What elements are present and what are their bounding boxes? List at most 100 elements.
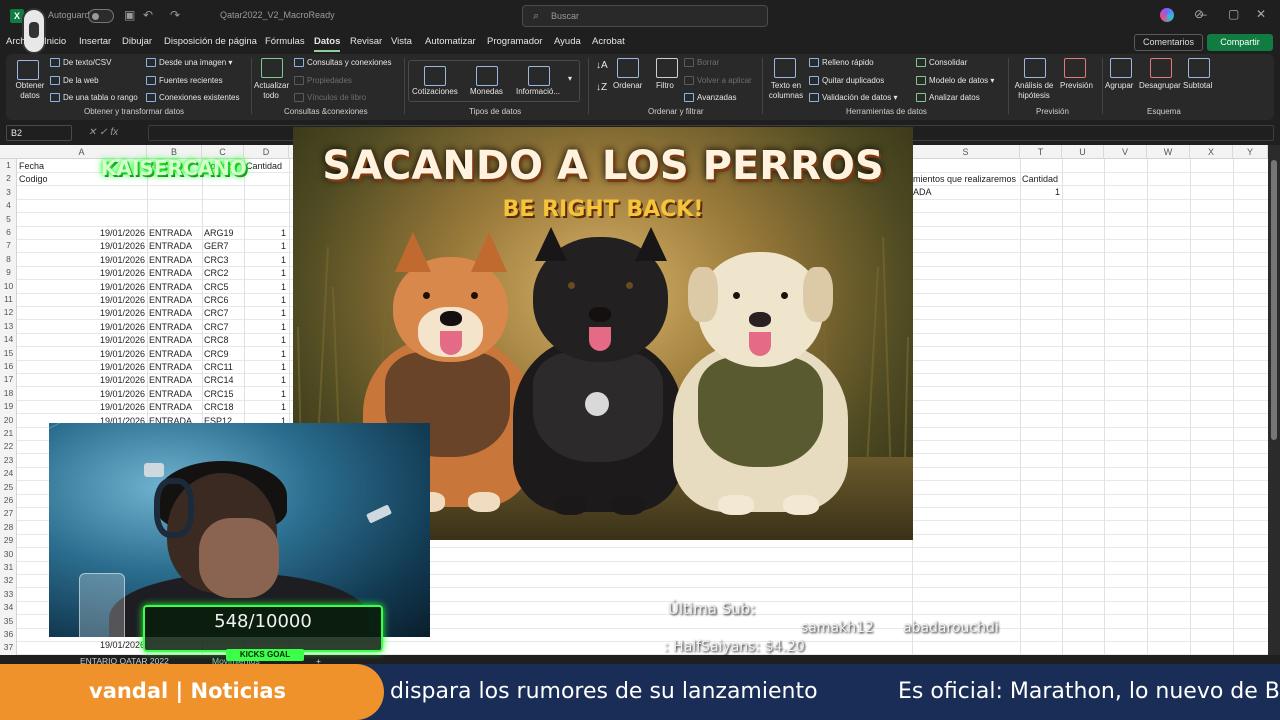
menu-ayuda[interactable]: Ayuda (554, 36, 581, 47)
sort-button[interactable]: Ordenar (613, 81, 642, 90)
cell-tipo[interactable]: ENTRADA (149, 295, 201, 305)
advanced-button[interactable]: Avanzadas (684, 93, 736, 103)
share-button[interactable]: Compartir (1207, 34, 1273, 51)
cell-a1[interactable]: Fecha (19, 161, 44, 171)
cell-t2[interactable]: Cantidad (1022, 174, 1058, 184)
cell-t3[interactable]: 1 (1022, 187, 1060, 197)
cell-fecha[interactable]: 19/01/2026 (17, 282, 145, 292)
cell-fecha[interactable]: 19/01/2026 (17, 375, 145, 385)
cell-cantidad[interactable]: 1 (244, 389, 286, 399)
cell-tipo[interactable]: ENTRADA (149, 362, 201, 372)
cell-tipo[interactable]: ENTRADA (149, 268, 201, 278)
menu-dibujar[interactable]: Dibujar (122, 36, 152, 47)
cell-codigo[interactable]: ARG19 (204, 228, 244, 238)
row-header[interactable]: 18 (0, 388, 17, 398)
save-icon[interactable]: ▣ (124, 8, 135, 22)
cell-a2[interactable]: Codigo (19, 174, 48, 184)
cell-codigo[interactable]: CRC7 (204, 322, 244, 332)
menu-insertar[interactable]: Insertar (79, 36, 111, 47)
close-icon[interactable]: ✕ (1256, 7, 1266, 21)
cell-cantidad[interactable]: 1 (244, 402, 286, 412)
menu-archivo[interactable]: Archivo (6, 36, 38, 47)
col-header-d[interactable]: D (244, 145, 289, 159)
existing-connections-button[interactable]: Conexiones existentes (146, 93, 240, 103)
cell-fecha[interactable]: 19/01/2026 (17, 402, 145, 412)
cell-tipo[interactable]: ENTRADA (149, 308, 201, 318)
cell-fecha[interactable]: 19/01/2026 (17, 349, 145, 359)
row-header[interactable]: 21 (0, 428, 17, 438)
consolidate-button[interactable]: Consolidar (916, 58, 967, 68)
cell-codigo[interactable]: CRC7 (204, 308, 244, 318)
cell-cantidad[interactable]: 1 (244, 255, 286, 265)
flash-fill-button[interactable]: Relleno rápido (809, 58, 874, 68)
filter-button[interactable]: Filtro (656, 81, 674, 90)
col-header-w[interactable]: W (1147, 145, 1190, 159)
row-header[interactable]: 31 (0, 562, 17, 572)
cell-cantidad[interactable]: 1 (244, 349, 286, 359)
cell-codigo[interactable]: CRC9 (204, 349, 244, 359)
cell-codigo[interactable]: CRC2 (204, 268, 244, 278)
redo-icon[interactable]: ↷ (170, 8, 180, 22)
text-to-columns-button[interactable]: Texto en columnas (766, 81, 806, 101)
properties-button[interactable]: Propiedades (294, 76, 352, 86)
cell-cantidad[interactable]: 1 (244, 335, 286, 345)
scrollbar-thumb[interactable] (1271, 160, 1277, 440)
search-input[interactable]: ⌕ Buscar (522, 5, 768, 27)
row-header[interactable]: 32 (0, 575, 17, 585)
row-header[interactable]: 1 (0, 160, 17, 170)
forecast-button[interactable]: Previsión (1060, 81, 1093, 90)
minimize-icon[interactable]: – (1200, 7, 1207, 21)
autosave-toggle[interactable] (88, 9, 114, 23)
cell-codigo[interactable]: CRC5 (204, 282, 244, 292)
cell-fecha[interactable]: 19/01/2026 (17, 228, 145, 238)
cell-cantidad[interactable]: 1 (244, 228, 286, 238)
menu-vista[interactable]: Vista (391, 36, 412, 47)
undo-icon[interactable]: ↶ (143, 8, 153, 22)
cell-d1[interactable]: Cantidad (246, 161, 282, 171)
cell-fecha[interactable]: 19/01/2026 (17, 295, 145, 305)
cell-tipo[interactable]: ENTRADA (149, 255, 201, 265)
cell-tipo[interactable]: ENTRADA (149, 228, 201, 238)
row-header[interactable]: 2 (0, 173, 17, 183)
reapply-button[interactable]: Volver a aplicar (684, 76, 752, 86)
row-header[interactable]: 20 (0, 415, 17, 425)
cell-cantidad[interactable]: 1 (244, 295, 286, 305)
cell-fecha[interactable]: 19/01/2026 (17, 268, 145, 278)
cell-s2[interactable]: mientos que realizaremos (913, 174, 1016, 184)
menu-automatizar[interactable]: Automatizar (425, 36, 476, 47)
gallery-more-icon[interactable]: ▾ (568, 74, 572, 83)
row-header[interactable]: 34 (0, 602, 17, 612)
row-header[interactable]: 12 (0, 307, 17, 317)
cell-fecha[interactable]: 19/01/2026 (17, 389, 145, 399)
information-button[interactable]: Informació... (516, 87, 560, 96)
cell-s3[interactable]: ADA (913, 187, 932, 197)
cell-fecha[interactable]: 19/01/2026 (17, 308, 145, 318)
recent-sources-button[interactable]: Fuentes recientes (146, 76, 223, 86)
row-header[interactable]: 15 (0, 348, 17, 358)
cell-a37[interactable]: 19/01/2026 (17, 640, 145, 650)
row-header[interactable]: 23 (0, 455, 17, 465)
name-box[interactable]: B2 (6, 125, 72, 141)
cell-tipo[interactable]: ENTRADA (149, 349, 201, 359)
row-header[interactable]: 17 (0, 374, 17, 384)
cell-cantidad[interactable]: 1 (244, 322, 286, 332)
cell-tipo[interactable]: ENTRADA (149, 335, 201, 345)
cell-cantidad[interactable]: 1 (244, 362, 286, 372)
col-header-x[interactable]: X (1190, 145, 1233, 159)
row-header[interactable]: 11 (0, 294, 17, 304)
cell-codigo[interactable]: CRC11 (204, 362, 244, 372)
refresh-all-button[interactable]: Actualizar todo (254, 81, 289, 101)
cell-cantidad[interactable]: 1 (244, 282, 286, 292)
cell-codigo[interactable]: CRC6 (204, 295, 244, 305)
menu-disposicion[interactable]: Disposición de página (164, 36, 257, 47)
queries-button[interactable]: Consultas y conexiones (294, 58, 392, 68)
cell-tipo[interactable]: ENTRADA (149, 389, 201, 399)
cell-codigo[interactable]: CRC14 (204, 375, 244, 385)
col-header-s[interactable]: S (912, 145, 1020, 159)
cell-codigo[interactable]: GER7 (204, 241, 244, 251)
row-header[interactable]: 29 (0, 535, 17, 545)
cell-fecha[interactable]: 19/01/2026 (17, 255, 145, 265)
menu-inicio[interactable]: Inicio (44, 36, 66, 47)
data-validation-button[interactable]: Validación de datos ▾ (809, 93, 897, 103)
col-header-t[interactable]: T (1020, 145, 1062, 159)
